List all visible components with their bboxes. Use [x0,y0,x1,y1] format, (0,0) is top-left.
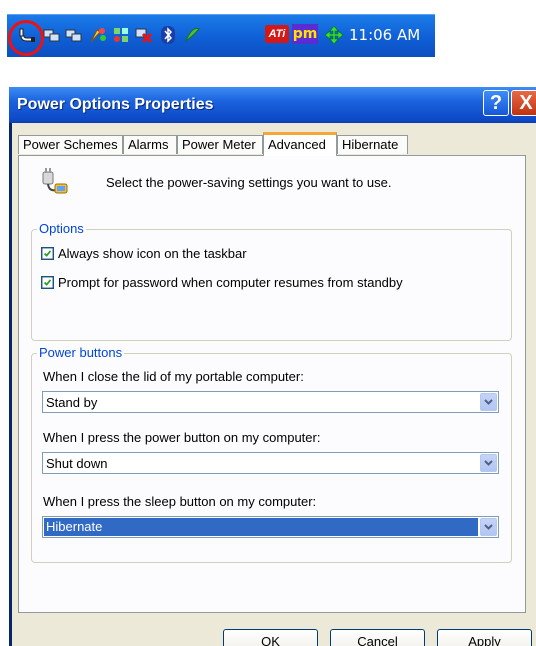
power-buttons-group: Power buttons When I close the lid of my… [31,345,512,563]
dialog-body: Power Schemes Alarms Power Meter Advance… [12,123,536,646]
options-legend: Options [37,221,86,236]
close-button[interactable]: X [511,90,536,116]
pm-icon[interactable]: pm [292,24,318,44]
security-icon[interactable] [183,26,201,44]
tab-power-schemes[interactable]: Power Schemes [18,135,123,154]
lid-close-select[interactable]: Stand by [42,391,499,413]
system-tray: ATi pm 11:06 AM [7,14,435,57]
window-title: Power Options Properties [17,96,214,113]
network-icon[interactable] [43,26,61,44]
ati-icon[interactable]: ATi [265,25,289,43]
sleep-button-select[interactable]: Hibernate [42,516,499,538]
header-description: Select the power-saving settings you wan… [106,175,392,190]
options-group: Options Always show icon on the taskbar … [31,221,512,341]
title-bar[interactable]: Power Options Properties ? X [9,87,536,123]
ok-button[interactable]: OK [223,629,318,646]
show-icon-checkbox[interactable] [41,247,54,260]
network-icon[interactable] [65,26,83,44]
network-signal-icon[interactable] [112,26,130,44]
sleep-button-value: Hibernate [44,518,478,536]
lid-close-label: When I close the lid of my portable comp… [43,369,304,384]
power-button-value: Shut down [46,456,108,471]
cancel-button[interactable]: Cancel [330,629,425,646]
prompt-password-label: Prompt for password when computer resume… [58,275,403,290]
help-button[interactable]: ? [483,90,509,116]
tab-hibernate[interactable]: Hibernate [337,135,408,154]
highlight-circle [8,20,44,56]
power-button-label: When I press the power button on my comp… [43,430,321,445]
sleep-button-label: When I press the sleep button on my comp… [43,494,317,509]
clock[interactable]: 11:06 AM [349,26,420,44]
network-disabled-icon[interactable] [135,26,153,44]
chevron-down-icon[interactable] [480,454,497,472]
lid-close-value: Stand by [46,395,98,410]
move-icon[interactable] [325,26,343,44]
advanced-tab-panel: Select the power-saving settings you wan… [18,155,526,613]
paint-icon[interactable] [89,26,107,44]
power-buttons-legend: Power buttons [37,345,125,360]
tab-alarms[interactable]: Alarms [123,135,177,154]
prompt-password-checkbox[interactable] [41,276,54,289]
power-button-select[interactable]: Shut down [42,452,499,474]
power-options-dialog: Power Options Properties ? X Power Schem… [9,87,536,646]
tab-power-meter[interactable]: Power Meter [177,135,263,154]
apply-button[interactable]: Apply [437,629,532,646]
chevron-down-icon[interactable] [480,518,497,536]
show-icon-label: Always show icon on the taskbar [58,246,247,261]
power-settings-icon [42,168,68,194]
chevron-down-icon[interactable] [480,393,497,411]
bluetooth-icon[interactable] [159,26,177,44]
tab-advanced[interactable]: Advanced [263,132,337,156]
